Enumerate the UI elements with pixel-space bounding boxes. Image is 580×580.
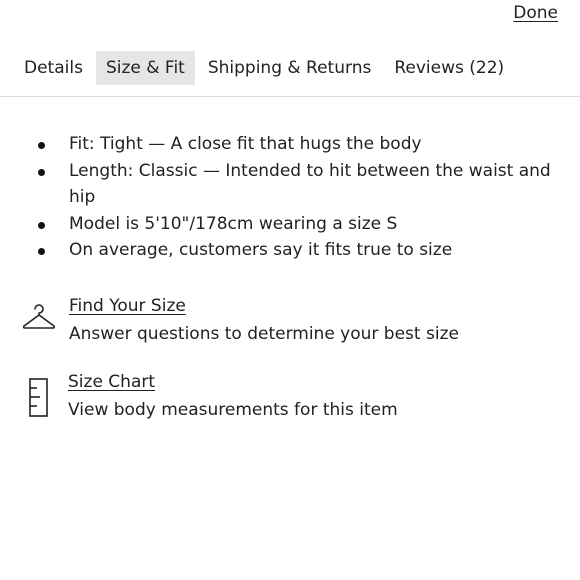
- average-fit-bullet-text: On average, customers say it fits true t…: [69, 240, 453, 260]
- tab-shipping-returns[interactable]: Shipping & Returns: [198, 51, 382, 85]
- tab-divider: [0, 96, 580, 97]
- fit-bullet-text: Fit: Tight — A close fit that hugs the b…: [69, 134, 422, 154]
- length-bullet-text: Length: Classic — Intended to hit betwee…: [69, 160, 551, 208]
- list-item: Length: Classic — Intended to hit betwee…: [34, 158, 554, 211]
- tab-details[interactable]: Details: [14, 51, 93, 85]
- find-your-size-description: Answer questions to determine your best …: [69, 324, 459, 344]
- list-item: Fit: Tight — A close fit that hugs the b…: [34, 131, 554, 158]
- bullet-icon: [38, 221, 45, 229]
- size-chart-section: Size Chart View body measurements for th…: [22, 372, 562, 424]
- ruler-icon: [29, 378, 49, 422]
- size-chart-link[interactable]: Size Chart: [68, 372, 155, 392]
- fit-details-list: Fit: Tight — A close fit that hugs the b…: [34, 131, 554, 264]
- list-item: On average, customers say it fits true t…: [34, 237, 554, 264]
- bullet-icon: [38, 248, 45, 255]
- bullet-icon: [38, 168, 45, 176]
- model-bullet-text: Model is 5'10"/178cm wearing a size S: [69, 213, 398, 234]
- tab-bar: Details Size & Fit Shipping & Returns Re…: [14, 51, 580, 85]
- size-fit-panel: Done Details Size & Fit Shipping & Retur…: [0, 0, 580, 580]
- bullet-icon: [38, 142, 45, 149]
- find-your-size-section: Find Your Size Answer questions to deter…: [22, 296, 562, 348]
- tab-reviews[interactable]: Reviews (22): [384, 51, 514, 85]
- find-your-size-link[interactable]: Find Your Size: [69, 296, 186, 316]
- list-item: Model is 5'10"/178cm wearing a size S: [34, 211, 554, 238]
- hanger-icon: [22, 300, 56, 336]
- tab-size-fit[interactable]: Size & Fit: [95, 51, 195, 85]
- size-chart-description: View body measurements for this item: [68, 400, 398, 420]
- done-button[interactable]: Done: [513, 3, 558, 23]
